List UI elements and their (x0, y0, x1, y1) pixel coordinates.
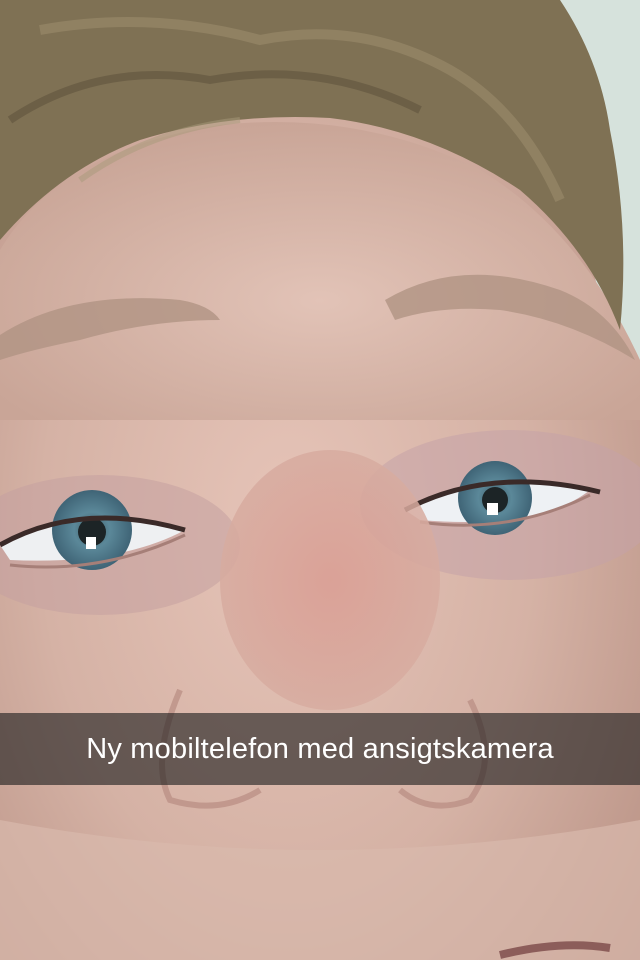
nose (220, 450, 440, 710)
snap-caption-bar[interactable]: Ny mobiltelefon med ansigtskamera (0, 713, 640, 785)
snap-caption-text: Ny mobiltelefon med ansigtskamera (86, 732, 554, 765)
selfie-photo (0, 0, 640, 960)
